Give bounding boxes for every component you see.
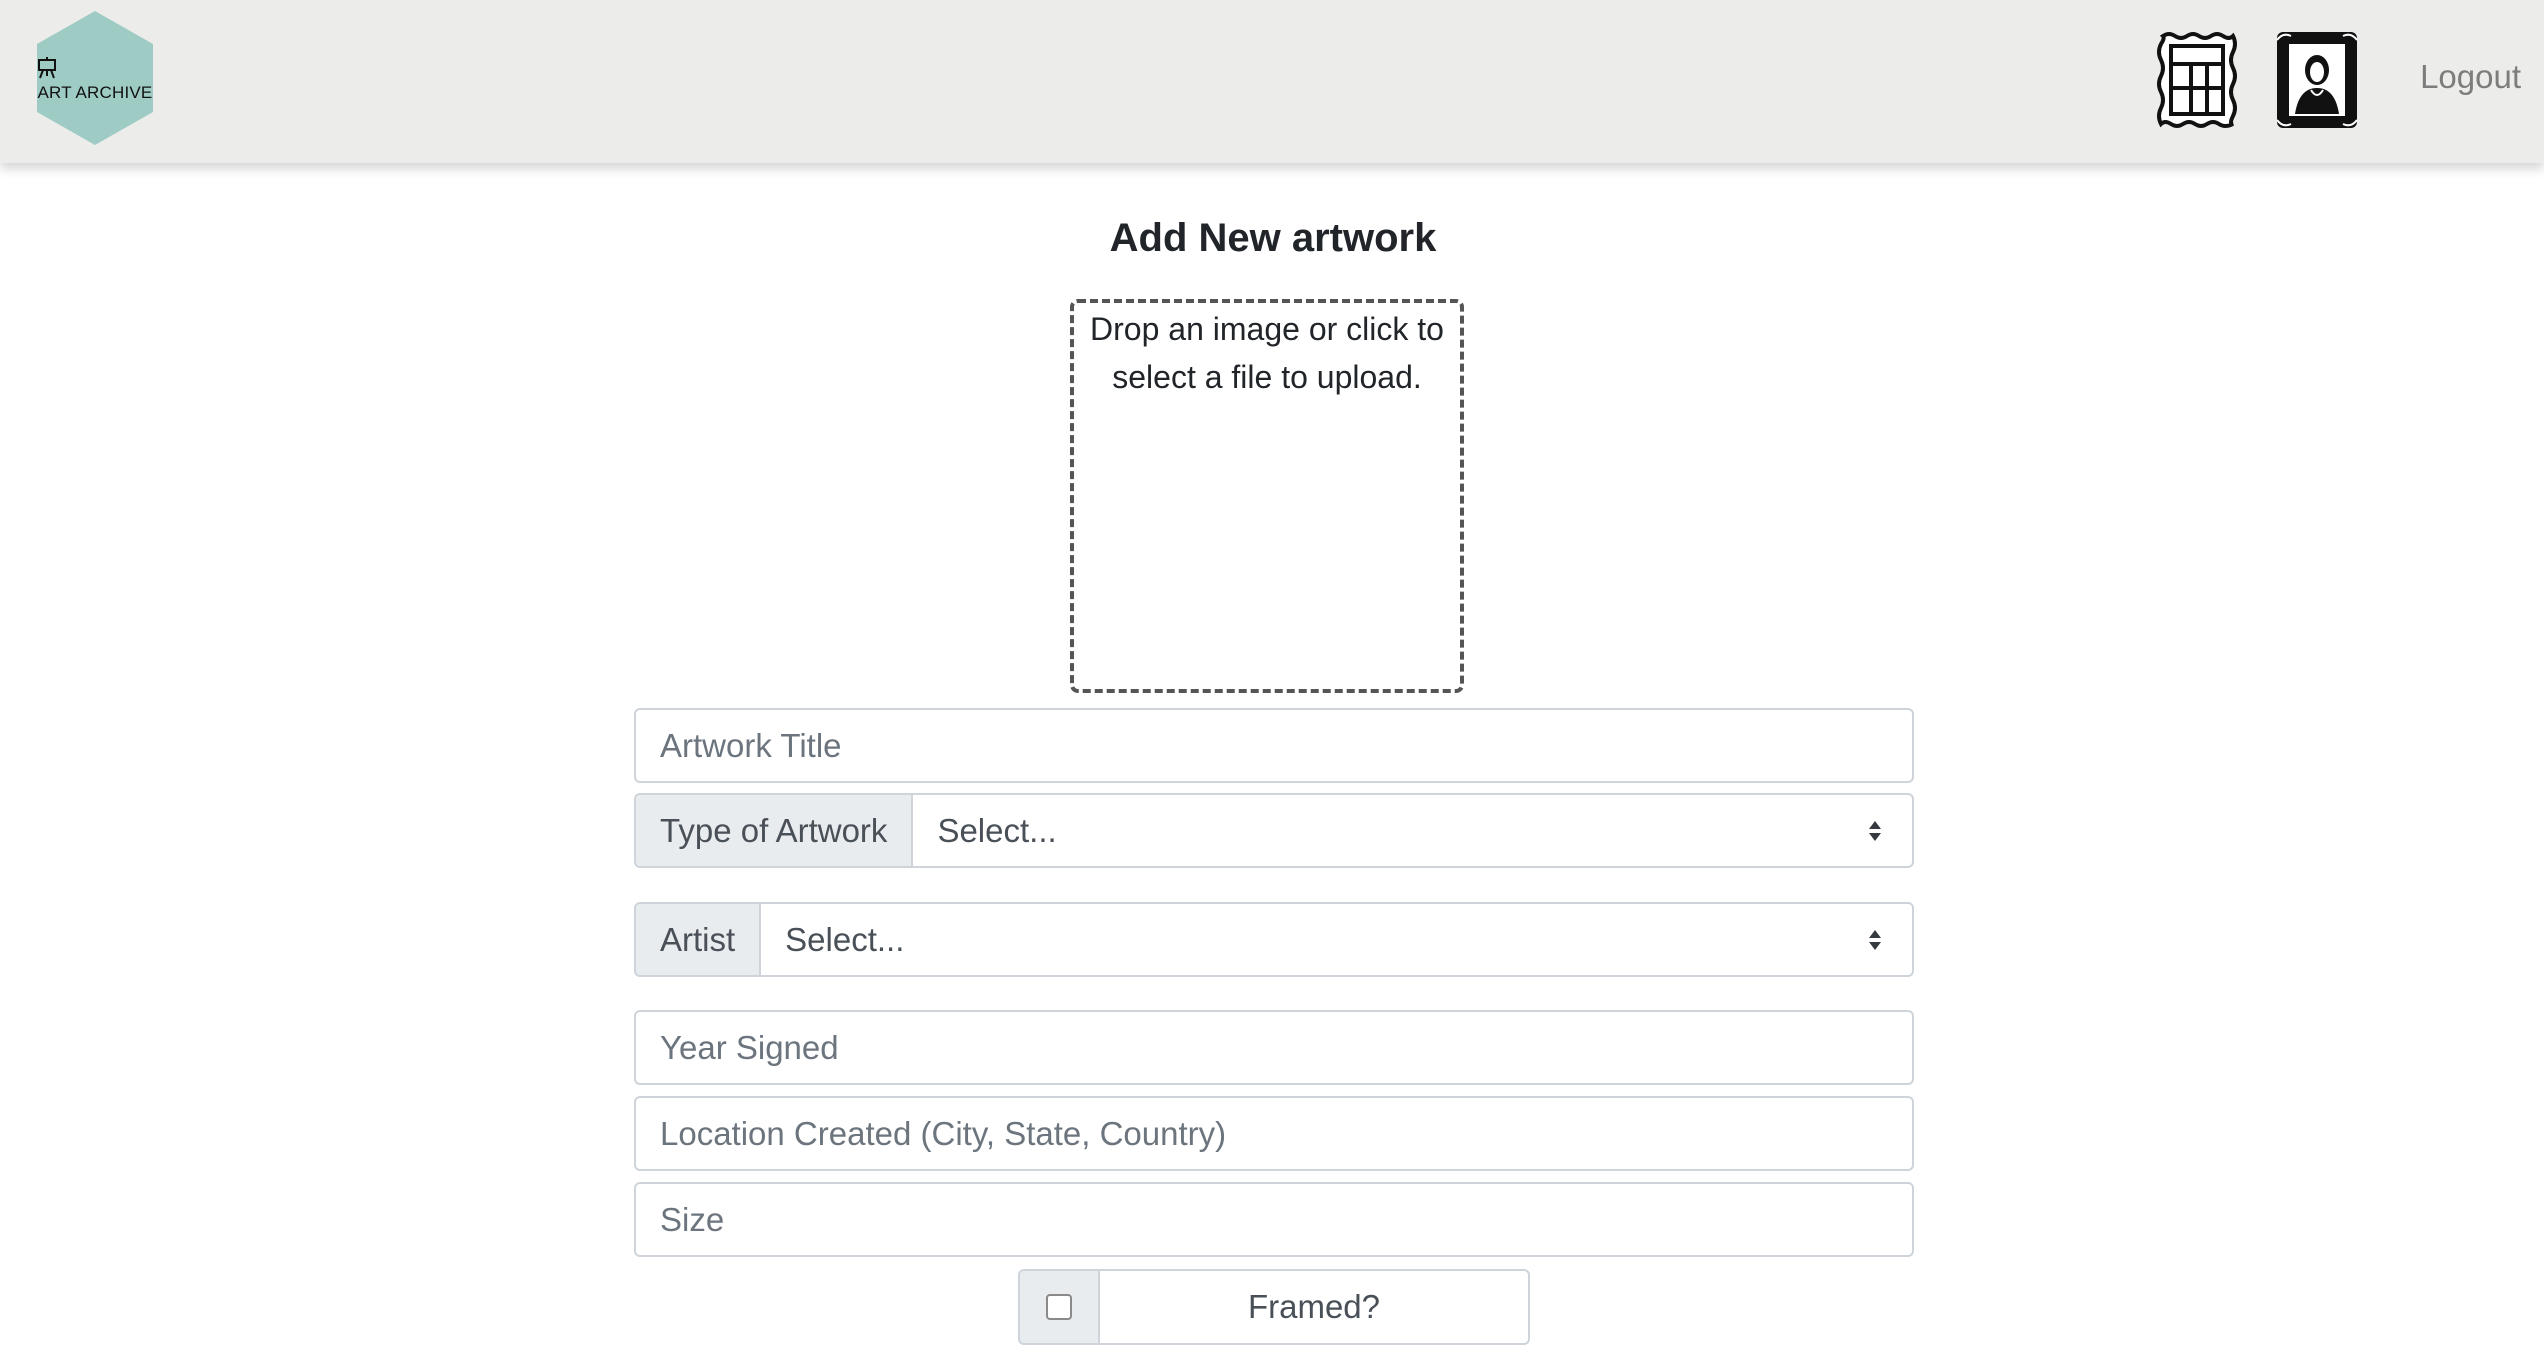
location-created-input[interactable]: [634, 1096, 1914, 1171]
artwork-type-label: Type of Artwork: [636, 795, 914, 866]
page-title: Add New artwork: [1109, 216, 1437, 260]
framed-checkbox[interactable]: [1046, 1294, 1072, 1320]
artist-label: Artist: [636, 904, 762, 975]
artist-value: Select...: [785, 920, 905, 958]
size-input[interactable]: [634, 1182, 1914, 1257]
framed-label: Framed?: [1247, 1288, 1381, 1325]
artwork-title-input[interactable]: [634, 708, 1914, 783]
logout-link[interactable]: Logout: [2420, 58, 2521, 96]
dropzone-text: Drop an image or click to select a file …: [1090, 311, 1444, 395]
framed-checkbox-wrap: [1020, 1271, 1100, 1343]
framed-group: Framed?: [1018, 1269, 1530, 1345]
artist-select[interactable]: Select...: [761, 904, 1912, 975]
year-signed-input[interactable]: [634, 1010, 1914, 1085]
logo-text: ART ARCHIVE: [37, 83, 153, 102]
art-archive-logo[interactable]: ART ARCHIVE: [36, 11, 154, 145]
select-arrows-icon: [1869, 820, 1881, 841]
artwork-type-select[interactable]: Select...: [913, 795, 1912, 866]
portrait-frame-icon[interactable]: [2275, 30, 2359, 130]
gallery-grid-icon[interactable]: [2155, 30, 2239, 130]
image-upload-dropzone[interactable]: Drop an image or click to select a file …: [1070, 299, 1464, 693]
artwork-type-group: Type of Artwork Select...: [634, 793, 1914, 868]
select-arrows-icon: [1869, 929, 1881, 950]
artist-group: Artist Select...: [634, 902, 1914, 977]
artwork-type-value: Select...: [937, 811, 1057, 849]
top-navbar: ART ARCHIVE Logout: [0, 0, 2544, 163]
